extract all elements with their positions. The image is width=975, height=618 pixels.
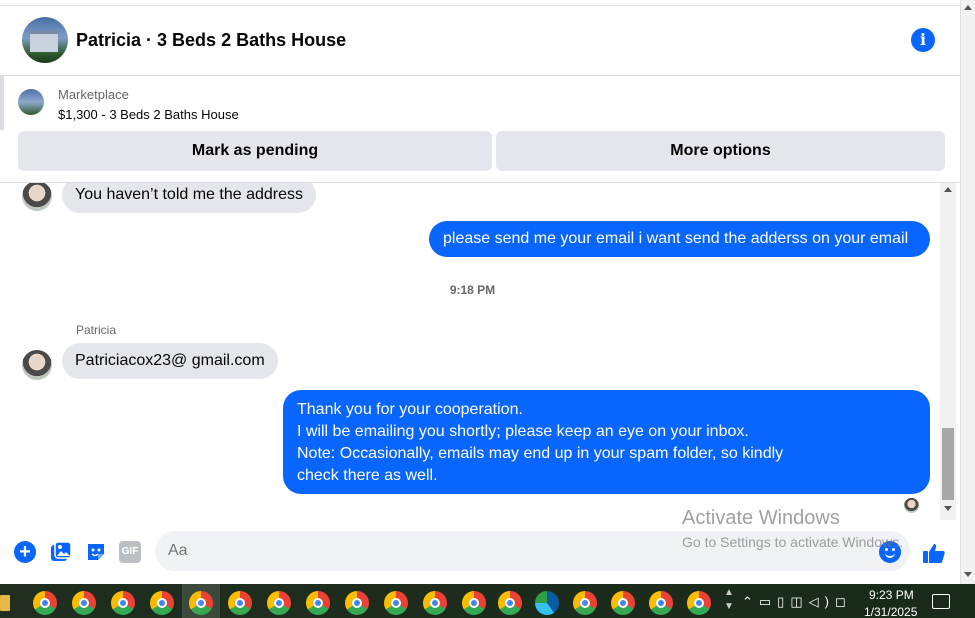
marketplace-label: Marketplace: [58, 87, 129, 102]
banner-divider: [0, 76, 4, 130]
gif-icon[interactable]: GIF: [119, 541, 141, 563]
conversation-header: Patricia · 3 Beds 2 Baths House i: [0, 6, 960, 76]
message-line: Thank you for your cooperation.: [297, 401, 523, 418]
page-scrollbar[interactable]: [960, 0, 975, 584]
page-scroll-up-arrow[interactable]: [964, 5, 972, 10]
sender-avatar[interactable]: [22, 183, 52, 211]
chrome-icon[interactable]: [462, 591, 486, 615]
chrome-icon[interactable]: [345, 591, 369, 615]
message-line: Note: Occasionally, emails may end up in…: [297, 445, 784, 462]
chrome-icon[interactable]: [150, 591, 174, 615]
outgoing-message[interactable]: Thank you for your cooperation. I will b…: [283, 390, 930, 494]
mark-as-pending-button[interactable]: Mark as pending: [18, 131, 492, 171]
plus-icon[interactable]: +: [14, 541, 36, 563]
taskbar-scroll-chevron-icon[interactable]: ▲ ▼: [724, 586, 734, 614]
chrome-icon[interactable]: [423, 591, 447, 615]
page-scroll-down-arrow[interactable]: [964, 572, 972, 577]
message-composer: + GIF: [0, 520, 960, 584]
thread-scrollbar[interactable]: [940, 183, 956, 520]
chrome-icon[interactable]: [649, 591, 673, 615]
emoji-icon[interactable]: [879, 541, 901, 563]
chrome-icon[interactable]: [189, 591, 213, 615]
listing-avatar[interactable]: [22, 17, 68, 63]
chrome-icon[interactable]: [611, 591, 635, 615]
info-icon[interactable]: i: [911, 28, 935, 52]
chrome-icon[interactable]: [267, 591, 291, 615]
notification-icon[interactable]: [932, 594, 950, 609]
edge-icon[interactable]: [535, 591, 559, 615]
more-options-button[interactable]: More options: [496, 131, 945, 171]
chrome-icon[interactable]: [573, 591, 597, 615]
scroll-down-arrow[interactable]: [944, 506, 952, 511]
clock-time[interactable]: 9:23 PM: [869, 588, 914, 602]
message-line: I will be emailing you shortly; please k…: [297, 423, 749, 440]
message-input[interactable]: [155, 531, 910, 571]
chrome-icon[interactable]: [306, 591, 330, 615]
outgoing-message[interactable]: please send me your email i want send th…: [429, 221, 930, 257]
scroll-up-arrow[interactable]: [944, 187, 952, 192]
chrome-icon[interactable]: [498, 591, 522, 615]
chrome-icon[interactable]: [33, 591, 57, 615]
listing-thumbnail[interactable]: [18, 89, 44, 115]
listing-title[interactable]: $1,300 - 3 Beds 2 Baths House: [58, 107, 239, 122]
sticker-icon[interactable]: [85, 541, 107, 563]
messenger-window: Patricia · 3 Beds 2 Baths House i Market…: [0, 0, 975, 618]
chrome-icon[interactable]: [111, 591, 135, 615]
gallery-icon[interactable]: [50, 541, 72, 563]
system-tray-icons[interactable]: ⌃▭▯◫◁)◻: [742, 594, 852, 610]
message-thread[interactable]: You haven’t told me the address please s…: [0, 183, 940, 520]
clock-date[interactable]: 1/31/2025: [864, 605, 917, 618]
message-line: check there as well.: [297, 467, 438, 484]
chrome-icon[interactable]: [687, 591, 711, 615]
incoming-message[interactable]: You haven’t told me the address: [62, 183, 317, 213]
seen-receipt-avatar: [904, 498, 919, 513]
chrome-icon[interactable]: [228, 591, 252, 615]
incoming-message[interactable]: Patriciacox23@ gmail.com: [62, 343, 278, 379]
thumbs-up-icon[interactable]: [922, 541, 946, 565]
scroll-thumb[interactable]: [942, 428, 954, 500]
sender-avatar[interactable]: [22, 350, 52, 380]
message-timestamp: 9:18 PM: [449, 283, 496, 297]
sender-name: Patricia: [76, 323, 117, 337]
file-explorer-icon[interactable]: [0, 595, 10, 611]
chrome-icon[interactable]: [72, 591, 96, 615]
conversation-title[interactable]: Patricia · 3 Beds 2 Baths House: [76, 30, 346, 51]
marketplace-banner: Marketplace $1,300 - 3 Beds 2 Baths Hous…: [0, 76, 960, 183]
chrome-icon[interactable]: [384, 591, 408, 615]
